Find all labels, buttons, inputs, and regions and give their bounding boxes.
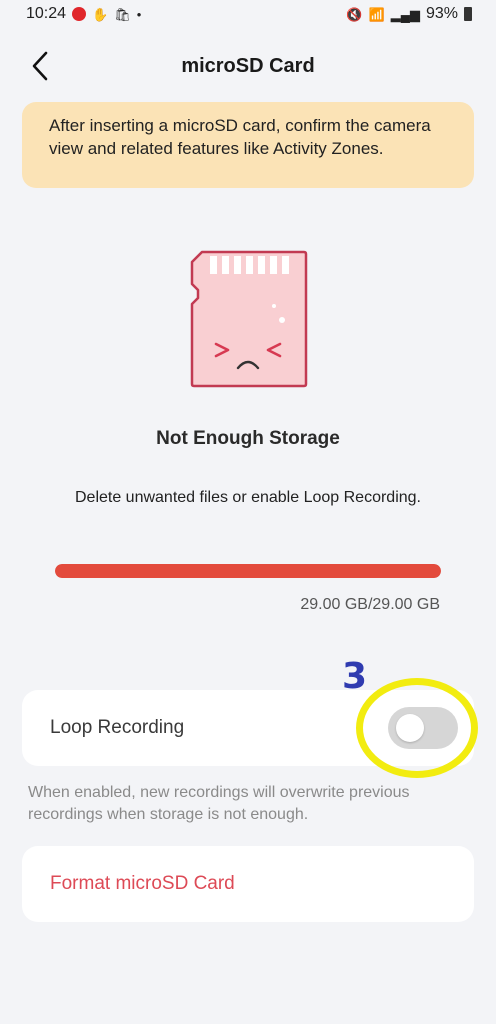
storage-progress-bar xyxy=(55,564,441,578)
chevron-left-icon xyxy=(32,51,48,81)
format-sd-card-label: Format microSD Card xyxy=(50,873,235,894)
back-button[interactable] xyxy=(24,50,56,82)
youtube-icon xyxy=(72,7,87,21)
hand-icon: ✋ xyxy=(92,6,109,22)
loop-recording-card: Loop Recording xyxy=(22,690,474,766)
loop-recording-toggle[interactable] xyxy=(388,707,458,749)
loop-recording-help-text: When enabled, new recordings will overwr… xyxy=(28,784,410,823)
format-sd-card-button[interactable]: Format microSD Card xyxy=(22,846,474,922)
battery-text: 93% xyxy=(425,5,458,22)
loop-recording-label: Loop Recording xyxy=(50,717,185,738)
status-left: 10:24 ✋ 🛍 • xyxy=(26,5,141,23)
toggle-knob xyxy=(396,714,424,742)
header: microSD Card xyxy=(0,40,496,92)
info-banner: After inserting a microSD card, confirm … xyxy=(22,102,474,188)
battery-icon xyxy=(464,7,472,21)
status-right: 🔇 📶 ▂▄▆ 93% xyxy=(346,5,472,23)
storage-description: Delete unwanted files or enable Loop Rec… xyxy=(74,489,421,506)
shop-icon: 🛍 xyxy=(114,6,131,22)
status-bar: 10:24 ✋ 🛍 • 🔇 📶 ▂▄▆ 93% xyxy=(0,0,496,28)
storage-usage-text: 29.00 GB/29.00 GB xyxy=(300,596,440,613)
storage-status-title: Not Enough Storage xyxy=(156,428,340,449)
dot-icon: • xyxy=(136,6,142,22)
storage-progress-fill xyxy=(55,564,441,578)
signal-icon: ▂▄▆ xyxy=(390,6,420,22)
sd-card-sad-illustration xyxy=(190,250,308,388)
page-title: microSD Card xyxy=(181,54,315,77)
banner-text: After inserting a microSD card, confirm … xyxy=(49,116,431,158)
wifi-icon: 📶 xyxy=(368,6,385,22)
status-time: 10:24 xyxy=(26,5,67,22)
mute-icon: 🔇 xyxy=(346,6,363,22)
